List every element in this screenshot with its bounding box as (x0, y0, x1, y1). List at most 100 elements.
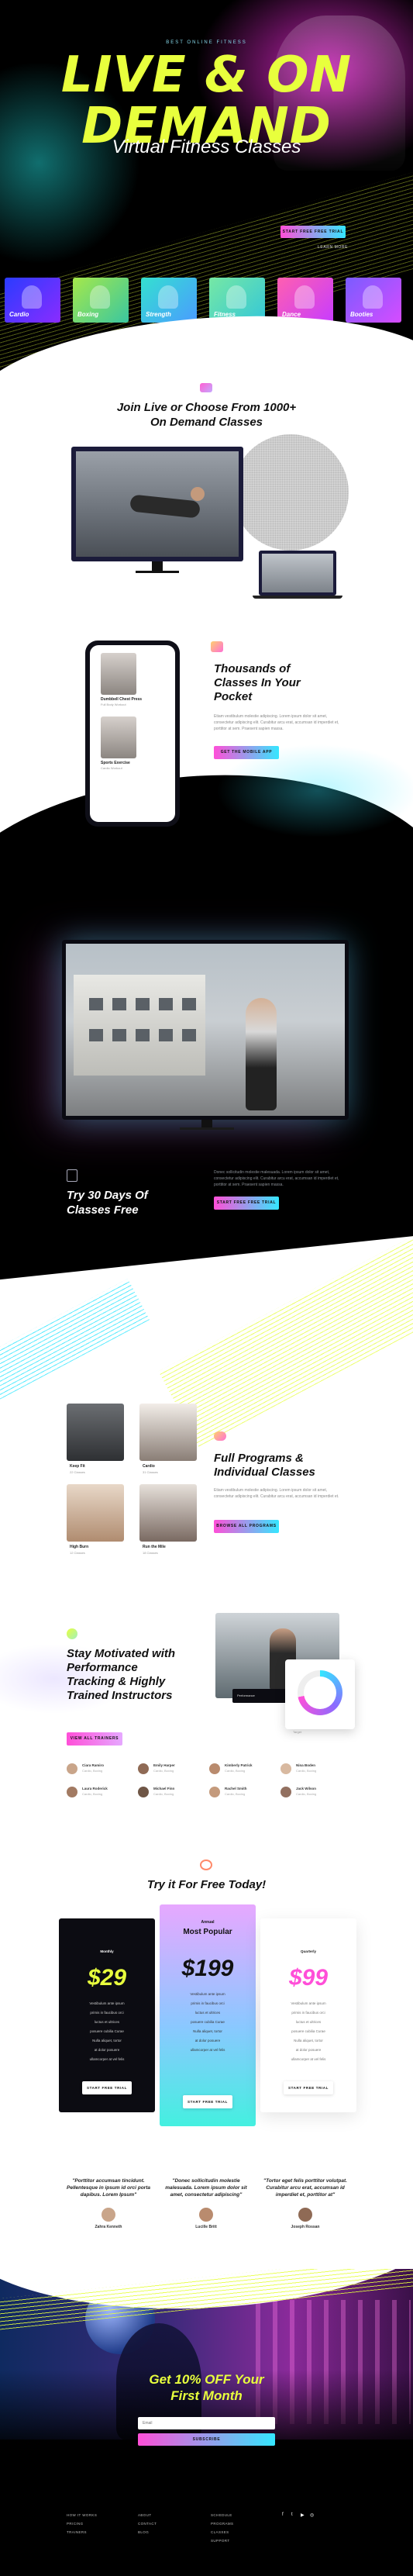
instructor-item[interactable]: Jack Wilson Cardio, Boxing (280, 1785, 350, 1801)
footer-link[interactable]: SCHEDULE (211, 2511, 233, 2519)
footer-link[interactable]: CLASSES (211, 2528, 233, 2536)
pocket-title-line: Classes In Your (214, 676, 301, 689)
motivated-title-line: Trained Instructors (67, 1689, 173, 1702)
get-mobile-app-button[interactable]: GET THE MOBILE APP (214, 746, 279, 759)
class-tile-figure (226, 285, 246, 309)
plan-feature: Vestibulum ante ipsum (89, 2001, 125, 2005)
email-input[interactable] (138, 2417, 275, 2429)
tag-icon (200, 1859, 212, 1870)
instagram-icon[interactable]: ◎ (310, 2512, 314, 2518)
programs-description: Etiam vestibulum molestie adipiscing. Lo… (214, 1488, 339, 1499)
trial-description: Donec sollicitudin molestie malesuada. L… (214, 1170, 339, 1187)
program-card-image[interactable] (67, 1484, 124, 1542)
plan-price: $29 (87, 1965, 127, 1991)
plan-start-trial-button[interactable]: START FREE TRIAL (82, 2081, 132, 2094)
avatar (280, 1787, 291, 1797)
footer-link[interactable]: CONTACT (138, 2519, 157, 2528)
avatar (209, 1763, 220, 1774)
decorative-blob (232, 434, 349, 551)
footer-link[interactable]: BLOG (138, 2528, 157, 2536)
instructor-name: Rachel Smith (225, 1787, 247, 1790)
hero-eyebrow: BEST ONLINE FITNESS (166, 40, 247, 45)
footer-link[interactable]: TRAINERS (67, 2528, 97, 2536)
plan-feature: posuere cubilia Curae (90, 2029, 124, 2033)
program-card-label: Run the Mile (143, 1545, 166, 1549)
footer-column: HOW IT WORKS PRICING TRAINERS (67, 2511, 97, 2536)
footer-column: ABOUT CONTACT BLOG (138, 2511, 157, 2536)
programs-title-line: Individual Classes (214, 1466, 315, 1479)
class-tile[interactable]: Dance (277, 278, 333, 323)
program-card-image[interactable] (139, 1404, 197, 1461)
program-card-image[interactable] (139, 1484, 197, 1542)
building-window (112, 998, 126, 1010)
instructor-item[interactable]: Laura Roderick Cardio, Boxing (67, 1785, 136, 1801)
instructor-role: Cardio, Boxing (153, 1769, 174, 1773)
building-image (74, 975, 205, 1076)
laptop-base (253, 596, 342, 599)
instructor-item[interactable]: Emily Harper Cardio, Boxing (138, 1762, 208, 1777)
start-trial-button[interactable]: START FREE FREE TRIAL (214, 1196, 279, 1210)
footer-link[interactable]: HOW IT WORKS (67, 2511, 97, 2519)
footer-link[interactable]: ABOUT (138, 2511, 157, 2519)
plank-figure (129, 494, 201, 519)
view-trainers-button[interactable]: VIEW ALL TRAINERS (67, 1732, 122, 1746)
facebook-icon[interactable]: f (282, 2512, 284, 2517)
program-card-label: Keep Fit (70, 1464, 85, 1469)
tv-stand (201, 1120, 212, 1127)
programs-section-title: Full Programs & Individual Classes (214, 1452, 369, 1480)
learn-more-link[interactable]: LEARN MORE (318, 245, 348, 250)
pricing-card: Monthly $29 Vestibulum ante ipsum primis in… (59, 1918, 155, 2112)
program-card-sub: 12 Classes (70, 1551, 85, 1555)
motivated-section-title: Stay Motivated with Performance Tracking… (67, 1647, 222, 1703)
start-trial-button[interactable]: START FREE FREE TRIAL (280, 226, 346, 238)
class-tile[interactable]: Boxing (73, 278, 129, 323)
instructor-role: Cardio, Boxing (82, 1769, 103, 1773)
class-tile[interactable]: Strength (141, 278, 197, 323)
instructor-item[interactable]: Ciara Ramiro Cardio, Boxing (67, 1762, 136, 1777)
page: BEST ONLINE FITNESS LIVE & ON DEMAND Vir… (0, 0, 413, 2576)
footer-link[interactable]: PROGRAMS (211, 2519, 233, 2528)
footer-link[interactable]: SUPPORT (211, 2536, 233, 2545)
program-card-label: High Burn (70, 1545, 89, 1549)
avatar (209, 1787, 220, 1797)
testimonial-quote: "Tortor eget felis porttitor volutpat. C… (263, 2178, 347, 2198)
instructor-role: Cardio, Boxing (296, 1792, 317, 1796)
instructor-item[interactable]: Nina Boden Cardio, Boxing (280, 1762, 350, 1777)
trial-title-line: Classes Free (67, 1203, 139, 1217)
plan-feature: posuere cubilia Curae (291, 2029, 325, 2033)
instructor-name: Kimberly Patrick (225, 1763, 253, 1767)
class-tile[interactable]: Booties (346, 278, 401, 323)
instructor-role: Cardio, Boxing (225, 1792, 246, 1796)
plan-name: Monthly (100, 1949, 114, 1953)
plan-start-trial-button[interactable]: START FREE TRIAL (284, 2081, 333, 2094)
plan-start-trial-button[interactable]: START FREE TRIAL (183, 2095, 232, 2108)
footer-link[interactable]: PRICING (67, 2519, 97, 2528)
instructor-item[interactable]: Kimberly Patrick Cardio, Boxing (209, 1762, 279, 1777)
most-popular-badge: Most Popular (183, 1928, 232, 1936)
browse-programs-button[interactable]: BROWSE ALL PROGRAMS (214, 1520, 279, 1533)
program-card-sub: 22 Classes (70, 1470, 85, 1474)
youtube-icon[interactable]: ▶ (301, 2512, 305, 2518)
plan-price: $199 (181, 1956, 234, 1981)
join-title-line: On Demand Classes (150, 416, 263, 429)
plan-feature: ullamcorper at vel felis (291, 2057, 326, 2061)
desktop-monitor-image (71, 447, 243, 561)
plan-feature: Vestibulum ante ipsum (190, 1992, 225, 1996)
instructor-item[interactable]: Rachel Smith Cardio, Boxing (209, 1785, 279, 1801)
avatar (138, 1763, 149, 1774)
program-card-image[interactable] (67, 1404, 124, 1461)
plan-features: Vestibulum ante ipsum primis in faucibus … (160, 1990, 256, 2055)
class-tile-figure (90, 285, 110, 309)
tv-screen (66, 944, 345, 1116)
program-card-sub: 31 Classes (143, 1470, 158, 1474)
instructor-item[interactable]: Michael Finn Cardio, Boxing (138, 1785, 208, 1801)
program-icon (214, 1431, 226, 1441)
plank-figure-head (191, 487, 205, 501)
instructor-role: Cardio, Boxing (225, 1769, 246, 1773)
subscribe-button[interactable]: SUBSCRIBE (138, 2433, 275, 2446)
footer-column: SCHEDULE PROGRAMS CLASSES SUPPORT (211, 2511, 233, 2545)
twitter-icon[interactable]: t (291, 2512, 293, 2517)
progress-ring-label: Target (293, 1730, 302, 1734)
class-tile[interactable]: Cardio (5, 278, 60, 323)
trial-title-line: Try 30 Days Of (67, 1189, 148, 1202)
